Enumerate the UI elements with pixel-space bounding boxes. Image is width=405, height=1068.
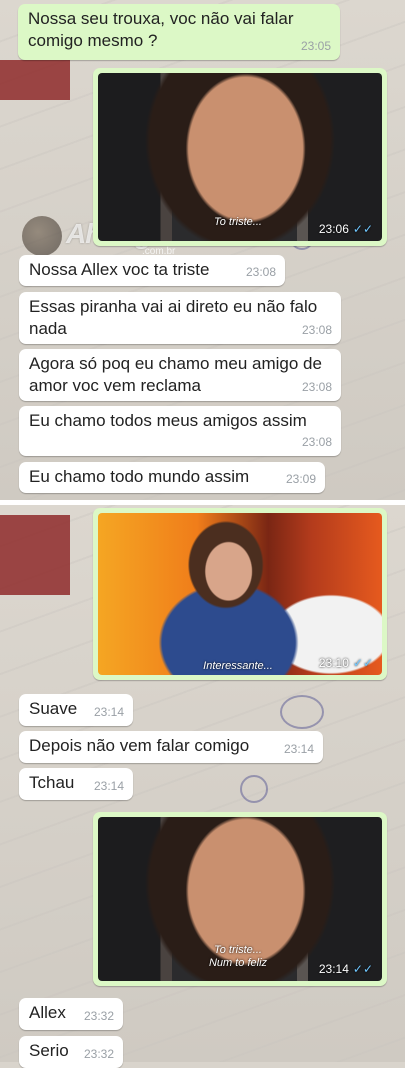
message-incoming[interactable]: Agora só poq eu chamo meu amigo de amor … xyxy=(19,349,341,401)
message-incoming[interactable]: Suave 23:14 xyxy=(19,694,133,726)
photo-time: 23:14 ✓✓ xyxy=(318,962,373,976)
message-time: 23:05 xyxy=(300,39,331,53)
photo-caption: Interessante... xyxy=(203,660,273,672)
message-time: 23:08 xyxy=(245,265,276,279)
photo-caption: To triste... Num to feliz xyxy=(208,944,268,969)
read-ticks-icon: ✓✓ xyxy=(352,656,373,670)
photo-image[interactable] xyxy=(98,513,382,675)
message-incoming[interactable]: Depois não vem falar comigo 23:14 xyxy=(19,731,323,763)
message-text: Essas piranha vai ai direto eu não falo … xyxy=(29,297,318,338)
message-text: Depois não vem falar comigo xyxy=(29,736,250,755)
message-outgoing[interactable]: Nossa seu trouxa, voc não vai falar comi… xyxy=(18,4,340,60)
message-incoming[interactable]: Nossa Allex voc ta triste 23:08 xyxy=(19,255,285,286)
message-time: 23:09 xyxy=(285,472,316,486)
watermark-icon xyxy=(22,216,62,256)
message-text: Tchau xyxy=(29,773,75,792)
message-time: 23:08 xyxy=(301,435,332,449)
message-incoming[interactable]: Essas piranha vai ai direto eu não falo … xyxy=(19,292,341,344)
message-text: Suave xyxy=(29,699,78,718)
message-incoming[interactable]: Eu chamo todo mundo assim 23:09 xyxy=(19,462,325,493)
message-text: Nossa Allex voc ta triste xyxy=(29,260,210,279)
photo-caption: To triste... xyxy=(214,216,262,228)
message-incoming[interactable]: Serio 23:32 xyxy=(19,1036,123,1068)
read-ticks-icon: ✓✓ xyxy=(352,962,373,976)
message-time: 23:14 xyxy=(93,705,124,719)
photo-message[interactable]: To triste... Num to feliz 23:14 ✓✓ xyxy=(93,812,387,986)
photo-message[interactable]: To triste... 23:06 ✓✓ xyxy=(93,68,387,246)
message-text: Eu chamo todo mundo assim xyxy=(29,467,250,486)
message-time: 23:14 xyxy=(283,742,314,756)
message-text: Eu chamo todos meus amigos assim xyxy=(29,411,307,430)
photo-time: 23:06 ✓✓ xyxy=(318,222,373,236)
message-text: Nossa seu trouxa, voc não vai falar comi… xyxy=(28,9,294,50)
message-text: Allex xyxy=(29,1003,66,1022)
message-text: Agora só poq eu chamo meu amigo de amor … xyxy=(29,354,322,395)
message-time: 23:14 xyxy=(93,779,124,793)
message-time: 23:32 xyxy=(83,1009,114,1023)
read-ticks-icon: ✓✓ xyxy=(352,222,373,236)
photo-message[interactable]: Interessante... 23:10 ✓✓ xyxy=(93,508,387,680)
photo-time: 23:10 ✓✓ xyxy=(318,656,373,670)
message-incoming[interactable]: Tchau 23:14 xyxy=(19,768,133,800)
message-time: 23:08 xyxy=(301,380,332,394)
message-text: Serio xyxy=(29,1041,69,1060)
message-incoming[interactable]: Allex 23:32 xyxy=(19,998,123,1030)
message-incoming[interactable]: Eu chamo todos meus amigos assim 23:08 xyxy=(19,406,341,456)
message-time: 23:08 xyxy=(301,323,332,337)
